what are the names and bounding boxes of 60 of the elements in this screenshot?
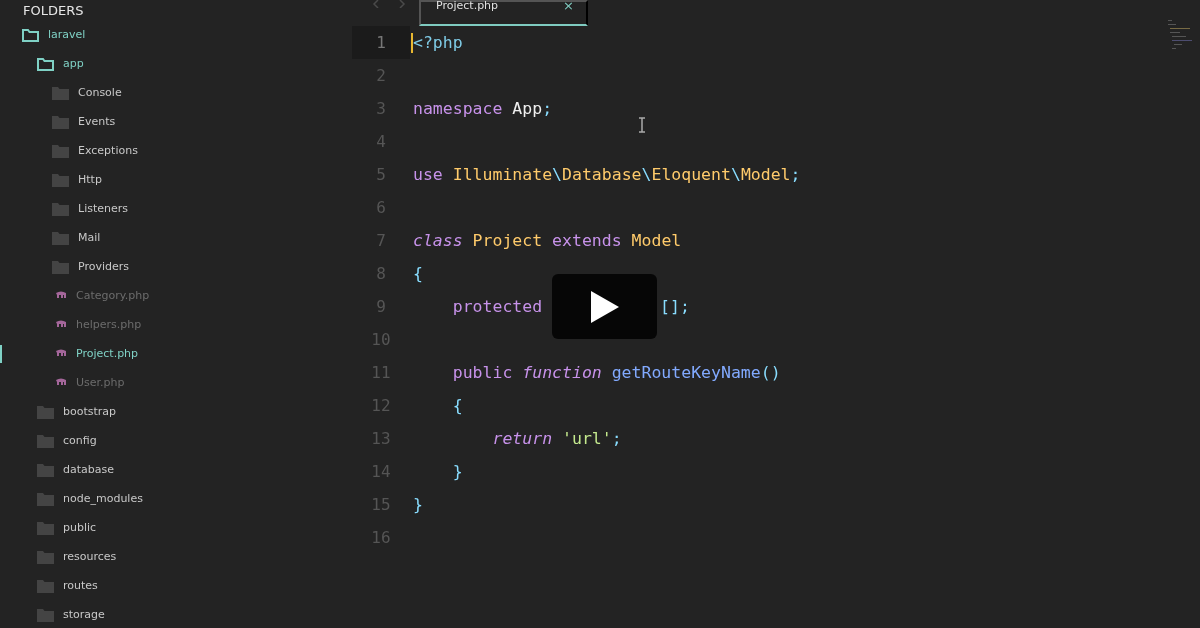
folder-item[interactable]: Http [78,173,102,186]
folder-item[interactable]: storage [63,608,105,621]
folder-item[interactable]: Listeners [78,202,128,215]
folder-item[interactable]: Console [78,86,122,99]
code-line: { [451,396,463,415]
folder-item[interactable]: Mail [78,231,101,244]
folder-icon [37,491,54,506]
folder-icon [52,230,69,245]
folder-icon [37,404,54,419]
minimap-drawing [1168,20,1192,52]
folder-item[interactable]: Exceptions [78,144,138,157]
code-line: protected [451,297,544,316]
folder-icon [52,85,69,100]
folder-item[interactable]: node_modules [63,492,143,505]
folder-icon [52,143,69,158]
mouse-pointer-icon [638,117,646,133]
sidebar-title: FOLDERS [22,4,84,18]
folder-item[interactable]: config [63,434,97,447]
close-icon[interactable]: × [563,2,574,10]
text-cursor [411,33,413,53]
folder-icon [52,172,69,187]
code-line: return 'url'; [491,429,622,448]
folder-item[interactable]: routes [63,579,98,592]
folder-icon [37,578,54,593]
folder-item[interactable]: public [63,521,97,534]
code-line: { [413,264,423,283]
elephant-icon [55,319,67,330]
file-tab[interactable]: Project.php × [419,0,588,26]
play-button[interactable] [552,274,658,339]
code-line: namespace App; [413,99,553,118]
elephant-icon [55,348,67,359]
code-line: use Illuminate\Database\Eloquent\Model; [413,165,801,184]
folder-icon [52,201,69,216]
play-icon [590,290,619,323]
code-line: class Project extends Model [413,231,682,250]
folder-item[interactable]: laravel [48,28,86,41]
folder-item[interactable]: Providers [78,260,130,273]
code-line: public function getRouteKeyName() [451,363,781,382]
line-number: 1 [352,26,410,59]
code-line: } [451,462,463,481]
folder-icon [22,27,39,42]
elephant-icon [55,377,67,388]
folder-icon [37,549,54,564]
code-line: []; [660,297,690,316]
folder-icon [37,56,54,71]
folder-icon [37,433,54,448]
elephant-icon [55,290,67,301]
folder-icon [37,520,54,535]
folder-icon [52,259,69,274]
file-item[interactable]: Project.php [76,347,139,360]
code-line: } [413,495,423,514]
folder-icon [52,114,69,129]
folder-item[interactable]: bootstrap [63,405,117,418]
folder-item[interactable]: app [63,57,84,70]
folder-item[interactable]: resources [63,550,117,563]
code-line: <?php [413,33,463,52]
folder-icon [37,607,54,622]
folder-item[interactable]: Events [78,115,116,128]
folder-item[interactable]: database [63,463,114,476]
folder-icon [37,462,54,477]
